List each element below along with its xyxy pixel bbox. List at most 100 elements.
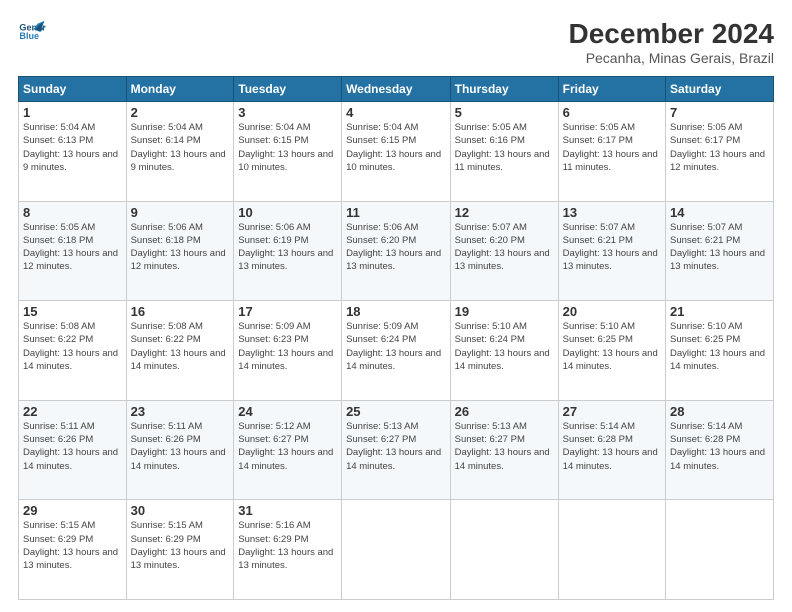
table-cell: 15 Sunrise: 5:08 AMSunset: 6:22 PMDaylig… bbox=[19, 301, 127, 401]
col-monday: Monday bbox=[126, 77, 234, 102]
calendar-table: Sunday Monday Tuesday Wednesday Thursday… bbox=[18, 76, 774, 600]
day-info: Sunrise: 5:14 AMSunset: 6:28 PMDaylight:… bbox=[563, 420, 661, 473]
col-thursday: Thursday bbox=[450, 77, 558, 102]
table-cell: 26 Sunrise: 5:13 AMSunset: 6:27 PMDaylig… bbox=[450, 400, 558, 500]
day-info: Sunrise: 5:05 AMSunset: 6:17 PMDaylight:… bbox=[670, 121, 769, 174]
table-cell: 8 Sunrise: 5:05 AMSunset: 6:18 PMDayligh… bbox=[19, 201, 127, 301]
day-info: Sunrise: 5:09 AMSunset: 6:23 PMDaylight:… bbox=[238, 320, 337, 373]
table-cell: 20 Sunrise: 5:10 AMSunset: 6:25 PMDaylig… bbox=[558, 301, 665, 401]
header: General Blue December 2024 Pecanha, Mina… bbox=[18, 18, 774, 66]
day-number: 18 bbox=[346, 304, 446, 319]
day-number: 15 bbox=[23, 304, 122, 319]
day-number: 3 bbox=[238, 105, 337, 120]
day-number: 13 bbox=[563, 205, 661, 220]
col-saturday: Saturday bbox=[666, 77, 774, 102]
day-number: 10 bbox=[238, 205, 337, 220]
table-cell: 16 Sunrise: 5:08 AMSunset: 6:22 PMDaylig… bbox=[126, 301, 234, 401]
day-number: 8 bbox=[23, 205, 122, 220]
day-info: Sunrise: 5:10 AMSunset: 6:25 PMDaylight:… bbox=[563, 320, 661, 373]
col-sunday: Sunday bbox=[19, 77, 127, 102]
title-block: December 2024 Pecanha, Minas Gerais, Bra… bbox=[569, 18, 774, 66]
day-number: 16 bbox=[131, 304, 230, 319]
day-info: Sunrise: 5:07 AMSunset: 6:21 PMDaylight:… bbox=[563, 221, 661, 274]
day-info: Sunrise: 5:05 AMSunset: 6:17 PMDaylight:… bbox=[563, 121, 661, 174]
day-number: 6 bbox=[563, 105, 661, 120]
table-cell: 31 Sunrise: 5:16 AMSunset: 6:29 PMDaylig… bbox=[234, 500, 342, 600]
table-row: 15 Sunrise: 5:08 AMSunset: 6:22 PMDaylig… bbox=[19, 301, 774, 401]
day-info: Sunrise: 5:06 AMSunset: 6:19 PMDaylight:… bbox=[238, 221, 337, 274]
table-cell: 10 Sunrise: 5:06 AMSunset: 6:19 PMDaylig… bbox=[234, 201, 342, 301]
day-number: 22 bbox=[23, 404, 122, 419]
table-cell: 17 Sunrise: 5:09 AMSunset: 6:23 PMDaylig… bbox=[234, 301, 342, 401]
day-info: Sunrise: 5:04 AMSunset: 6:15 PMDaylight:… bbox=[238, 121, 337, 174]
table-cell: 29 Sunrise: 5:15 AMSunset: 6:29 PMDaylig… bbox=[19, 500, 127, 600]
table-cell: 3 Sunrise: 5:04 AMSunset: 6:15 PMDayligh… bbox=[234, 102, 342, 202]
svg-text:Blue: Blue bbox=[19, 31, 39, 41]
table-row: 22 Sunrise: 5:11 AMSunset: 6:26 PMDaylig… bbox=[19, 400, 774, 500]
table-cell: 27 Sunrise: 5:14 AMSunset: 6:28 PMDaylig… bbox=[558, 400, 665, 500]
day-info: Sunrise: 5:04 AMSunset: 6:14 PMDaylight:… bbox=[131, 121, 230, 174]
logo: General Blue bbox=[18, 18, 46, 46]
day-number: 12 bbox=[455, 205, 554, 220]
day-number: 1 bbox=[23, 105, 122, 120]
day-info: Sunrise: 5:04 AMSunset: 6:15 PMDaylight:… bbox=[346, 121, 446, 174]
calendar-body: 1 Sunrise: 5:04 AMSunset: 6:13 PMDayligh… bbox=[19, 102, 774, 600]
table-cell: 19 Sunrise: 5:10 AMSunset: 6:24 PMDaylig… bbox=[450, 301, 558, 401]
day-info: Sunrise: 5:06 AMSunset: 6:18 PMDaylight:… bbox=[131, 221, 230, 274]
table-cell: 24 Sunrise: 5:12 AMSunset: 6:27 PMDaylig… bbox=[234, 400, 342, 500]
day-number: 21 bbox=[670, 304, 769, 319]
day-number: 27 bbox=[563, 404, 661, 419]
day-info: Sunrise: 5:06 AMSunset: 6:20 PMDaylight:… bbox=[346, 221, 446, 274]
day-info: Sunrise: 5:15 AMSunset: 6:29 PMDaylight:… bbox=[131, 519, 230, 572]
col-wednesday: Wednesday bbox=[342, 77, 451, 102]
day-number: 30 bbox=[131, 503, 230, 518]
day-number: 7 bbox=[670, 105, 769, 120]
table-cell bbox=[342, 500, 451, 600]
table-cell: 13 Sunrise: 5:07 AMSunset: 6:21 PMDaylig… bbox=[558, 201, 665, 301]
day-info: Sunrise: 5:04 AMSunset: 6:13 PMDaylight:… bbox=[23, 121, 122, 174]
table-cell: 23 Sunrise: 5:11 AMSunset: 6:26 PMDaylig… bbox=[126, 400, 234, 500]
day-info: Sunrise: 5:07 AMSunset: 6:21 PMDaylight:… bbox=[670, 221, 769, 274]
day-number: 14 bbox=[670, 205, 769, 220]
table-cell bbox=[450, 500, 558, 600]
day-number: 20 bbox=[563, 304, 661, 319]
day-info: Sunrise: 5:11 AMSunset: 6:26 PMDaylight:… bbox=[131, 420, 230, 473]
day-info: Sunrise: 5:12 AMSunset: 6:27 PMDaylight:… bbox=[238, 420, 337, 473]
day-number: 24 bbox=[238, 404, 337, 419]
col-tuesday: Tuesday bbox=[234, 77, 342, 102]
day-number: 9 bbox=[131, 205, 230, 220]
logo-icon: General Blue bbox=[18, 18, 46, 46]
day-number: 5 bbox=[455, 105, 554, 120]
table-cell: 18 Sunrise: 5:09 AMSunset: 6:24 PMDaylig… bbox=[342, 301, 451, 401]
day-info: Sunrise: 5:11 AMSunset: 6:26 PMDaylight:… bbox=[23, 420, 122, 473]
day-info: Sunrise: 5:13 AMSunset: 6:27 PMDaylight:… bbox=[455, 420, 554, 473]
table-cell: 11 Sunrise: 5:06 AMSunset: 6:20 PMDaylig… bbox=[342, 201, 451, 301]
table-cell: 1 Sunrise: 5:04 AMSunset: 6:13 PMDayligh… bbox=[19, 102, 127, 202]
day-info: Sunrise: 5:14 AMSunset: 6:28 PMDaylight:… bbox=[670, 420, 769, 473]
table-row: 29 Sunrise: 5:15 AMSunset: 6:29 PMDaylig… bbox=[19, 500, 774, 600]
day-info: Sunrise: 5:10 AMSunset: 6:25 PMDaylight:… bbox=[670, 320, 769, 373]
table-cell: 9 Sunrise: 5:06 AMSunset: 6:18 PMDayligh… bbox=[126, 201, 234, 301]
table-cell: 22 Sunrise: 5:11 AMSunset: 6:26 PMDaylig… bbox=[19, 400, 127, 500]
table-row: 1 Sunrise: 5:04 AMSunset: 6:13 PMDayligh… bbox=[19, 102, 774, 202]
day-number: 25 bbox=[346, 404, 446, 419]
main-title: December 2024 bbox=[569, 18, 774, 50]
day-info: Sunrise: 5:05 AMSunset: 6:16 PMDaylight:… bbox=[455, 121, 554, 174]
table-cell bbox=[558, 500, 665, 600]
day-number: 31 bbox=[238, 503, 337, 518]
table-cell: 14 Sunrise: 5:07 AMSunset: 6:21 PMDaylig… bbox=[666, 201, 774, 301]
table-cell: 28 Sunrise: 5:14 AMSunset: 6:28 PMDaylig… bbox=[666, 400, 774, 500]
page: General Blue December 2024 Pecanha, Mina… bbox=[0, 0, 792, 612]
day-info: Sunrise: 5:16 AMSunset: 6:29 PMDaylight:… bbox=[238, 519, 337, 572]
day-number: 29 bbox=[23, 503, 122, 518]
table-cell: 5 Sunrise: 5:05 AMSunset: 6:16 PMDayligh… bbox=[450, 102, 558, 202]
table-cell: 25 Sunrise: 5:13 AMSunset: 6:27 PMDaylig… bbox=[342, 400, 451, 500]
day-number: 26 bbox=[455, 404, 554, 419]
header-row: Sunday Monday Tuesday Wednesday Thursday… bbox=[19, 77, 774, 102]
table-cell: 30 Sunrise: 5:15 AMSunset: 6:29 PMDaylig… bbox=[126, 500, 234, 600]
table-cell: 2 Sunrise: 5:04 AMSunset: 6:14 PMDayligh… bbox=[126, 102, 234, 202]
table-cell: 6 Sunrise: 5:05 AMSunset: 6:17 PMDayligh… bbox=[558, 102, 665, 202]
day-info: Sunrise: 5:09 AMSunset: 6:24 PMDaylight:… bbox=[346, 320, 446, 373]
day-number: 4 bbox=[346, 105, 446, 120]
day-number: 23 bbox=[131, 404, 230, 419]
